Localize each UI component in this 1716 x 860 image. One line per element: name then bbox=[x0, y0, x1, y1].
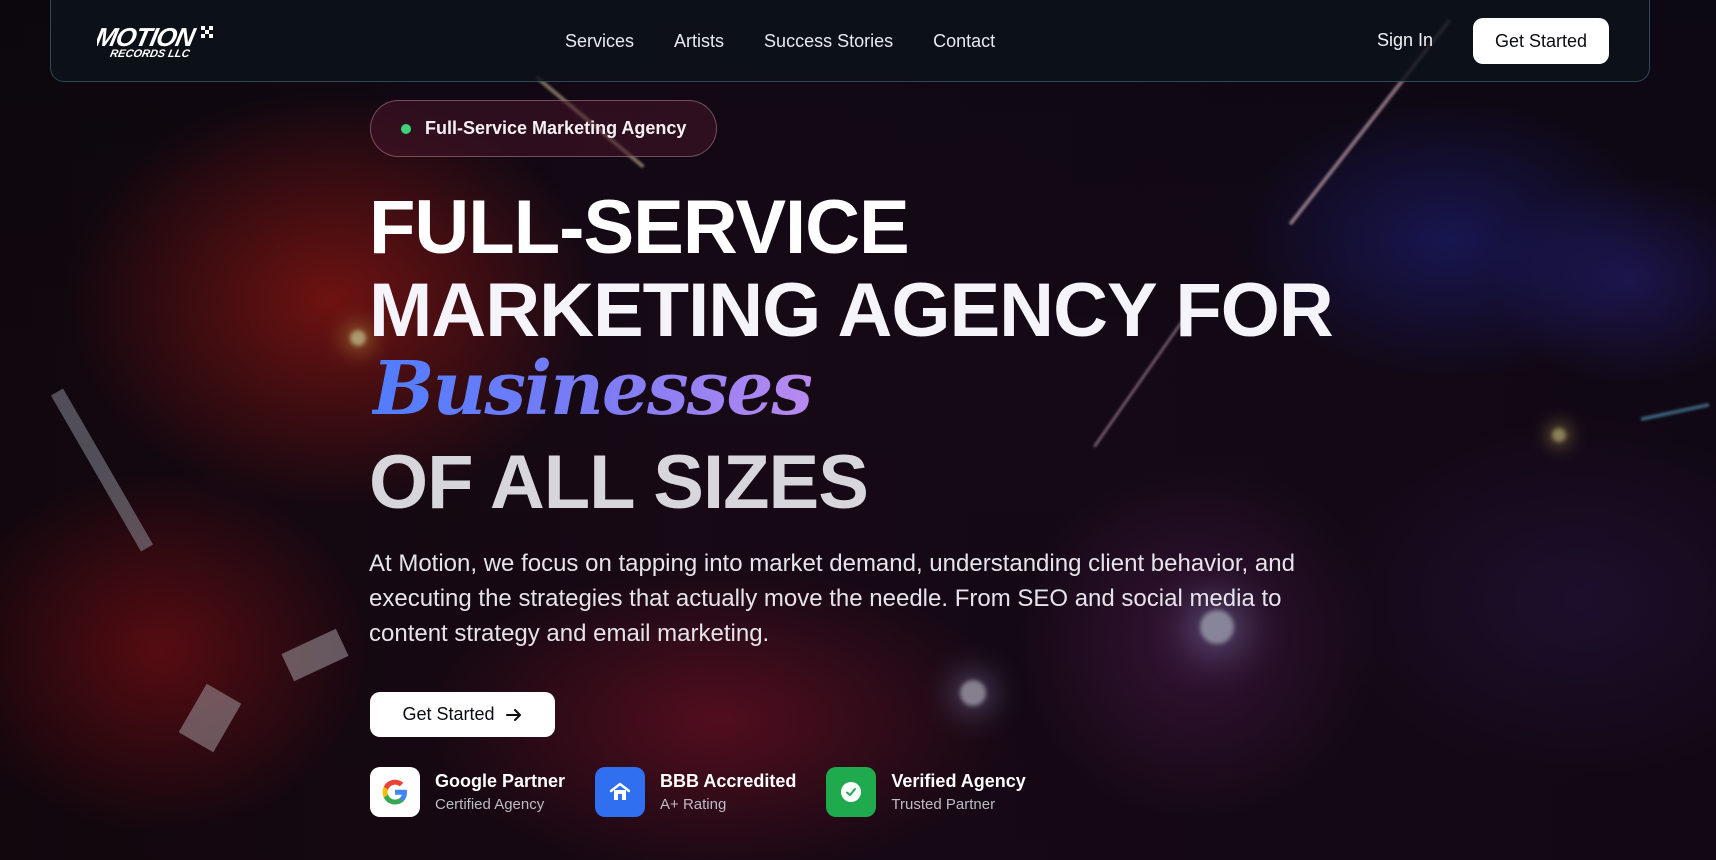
headline-line-2: MARKETING AGENCY FOR bbox=[369, 268, 1334, 353]
trust-badges: Google Partner Certified Agency BBB Accr… bbox=[370, 767, 1026, 817]
hero-description: At Motion, we focus on tapping into mark… bbox=[369, 550, 1295, 647]
brand-logo[interactable]: MOTION RECORDS LLC bbox=[93, 22, 215, 60]
headline-line-4: OF ALL SIZES bbox=[369, 440, 869, 525]
nav-link-contact[interactable]: Contact bbox=[933, 31, 995, 52]
check-circle-icon bbox=[826, 767, 877, 817]
hero-get-started-button[interactable]: Get Started bbox=[370, 692, 555, 737]
nav-link-artists[interactable]: Artists bbox=[674, 31, 724, 52]
google-icon bbox=[370, 767, 420, 817]
home-icon bbox=[595, 767, 646, 817]
top-navbar: MOTION RECORDS LLC Services Artists Succ… bbox=[50, 0, 1650, 82]
badge-subtitle: Trusted Partner bbox=[891, 796, 996, 813]
light-flare bbox=[1552, 428, 1566, 442]
pill-label: Full-Service Marketing Agency bbox=[425, 118, 687, 138]
badge-subtitle: A+ Rating bbox=[660, 796, 727, 813]
hero-cta-label: Get Started bbox=[402, 704, 495, 724]
nav-link-services[interactable]: Services bbox=[565, 31, 634, 52]
badge-google-partner: Google Partner Certified Agency bbox=[370, 767, 565, 817]
svg-text:RECORDS LLC: RECORDS LLC bbox=[109, 48, 192, 60]
confetti-piece bbox=[178, 683, 242, 753]
headline-line-1: FULL-SERVICE bbox=[369, 185, 910, 270]
badge-bbb-accredited: BBB Accredited A+ Rating bbox=[595, 767, 796, 817]
arrow-right-icon bbox=[505, 708, 521, 721]
hero-eyebrow-pill: Full-Service Marketing Agency bbox=[370, 100, 718, 157]
nav-link-success-stories[interactable]: Success Stories bbox=[764, 31, 893, 52]
badge-title: Google Partner bbox=[435, 771, 566, 791]
light-flare bbox=[350, 330, 366, 346]
badge-verified-agency: Verified Agency Trusted Partner bbox=[826, 767, 1026, 817]
confetti-piece bbox=[50, 388, 154, 552]
badge-title: Verified Agency bbox=[891, 771, 1026, 791]
sign-in-link[interactable]: Sign In bbox=[1377, 30, 1433, 51]
hero-background-image bbox=[0, 0, 1716, 860]
light-streak bbox=[1640, 402, 1710, 422]
badge-subtitle: Certified Agency bbox=[435, 796, 545, 813]
headline-script-word: Businesses bbox=[372, 346, 813, 432]
light-flare bbox=[960, 680, 986, 706]
status-dot-icon bbox=[401, 123, 411, 134]
badge-title: BBB Accredited bbox=[660, 771, 797, 791]
confetti-piece bbox=[281, 628, 349, 682]
nav-get-started-button[interactable]: Get Started bbox=[1473, 18, 1609, 64]
main-nav: Services Artists Success Stories Contact bbox=[565, 0, 995, 82]
